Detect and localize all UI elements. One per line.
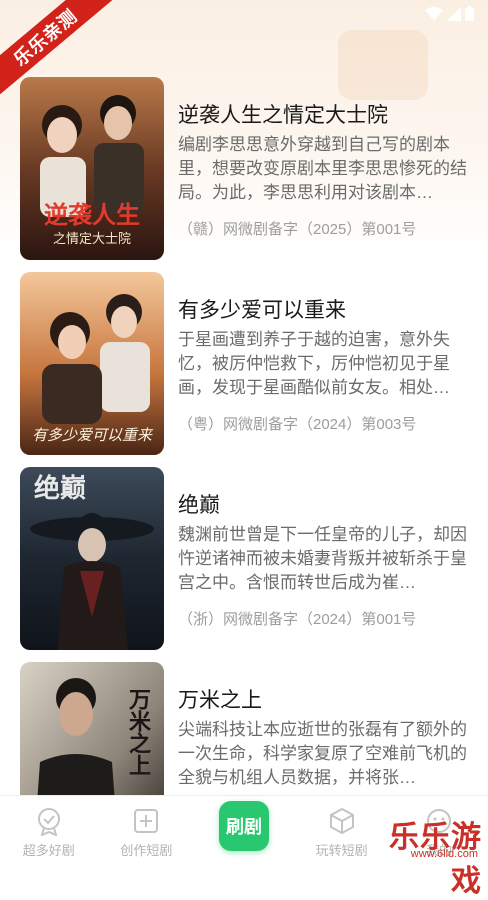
signal-icon xyxy=(447,6,461,21)
poster-title-text: 逆袭人生 xyxy=(44,200,140,229)
tab-label: 超多好剧 xyxy=(22,843,75,858)
drama-description: 尖端科技让本应逝世的张磊有了额外的一次生命，科学家复原了空难前飞机的全貌与机组人… xyxy=(178,720,467,787)
drama-poster[interactable]: 有多少爱可以重来 xyxy=(20,272,164,455)
drama-poster[interactable]: 逆袭人生 之情定大士院 xyxy=(20,77,164,260)
drama-title[interactable]: 有多少爱可以重来 xyxy=(178,294,346,324)
poster-title-text: 万米之上 xyxy=(125,688,152,776)
watermark-url: www.6lld.com xyxy=(410,848,478,860)
poster-subtitle-text: 之情定大士院 xyxy=(53,232,131,247)
drama-description: 于星画遭到养子于越的迫害，意外失忆，被厉仲恺救下，厉仲恺初见于星画，发现于星画酷… xyxy=(178,330,450,397)
tab-browse[interactable]: 刷剧 xyxy=(195,796,293,868)
tab-label: 创作短剧 xyxy=(120,843,173,858)
drama-poster[interactable]: 绝巅 xyxy=(20,467,164,650)
drama-license: （赣）网微剧备字（2025）第001号 xyxy=(178,221,417,238)
drama-title[interactable]: 逆袭人生之情定大士院 xyxy=(178,99,388,129)
tab-create-drama[interactable]: 创作短剧 xyxy=(98,796,196,868)
cube-icon xyxy=(329,807,354,835)
medal-icon xyxy=(37,808,60,836)
drama-title[interactable]: 万米之上 xyxy=(178,684,262,714)
drama-card[interactable]: 绝巅 绝巅 魏渊前世曾是下一任皇帝的儿子，却因忤逆诸神而被未婚妻背叛并被斩杀于皇… xyxy=(0,467,488,662)
plus-box-icon xyxy=(134,809,159,833)
drama-license: （粤）网微剧备字（2024）第003号 xyxy=(178,416,417,433)
drama-list[interactable]: 逆袭人生 之情定大士院 逆袭人生之情定大士院 编剧李思思意外穿越到自己写的剧本里… xyxy=(0,77,488,857)
drama-license: （浙）网微剧备字（2024）第001号 xyxy=(178,611,417,628)
wifi-icon xyxy=(425,6,443,21)
drama-card[interactable]: 有多少爱可以重来 有多少爱可以重来 于星画遭到养子于越的迫害，意外失忆，被厉仲恺… xyxy=(0,272,488,467)
tab-more-dramas[interactable]: 超多好剧 xyxy=(0,796,98,868)
poster-title-text: 有多少爱可以重来 xyxy=(32,426,154,444)
tab-label: 玩转短剧 xyxy=(315,843,368,858)
poster-title-text: 绝巅 xyxy=(34,473,86,504)
status-bar xyxy=(425,6,474,21)
battery-icon xyxy=(465,6,474,21)
drama-title[interactable]: 绝巅 xyxy=(178,489,220,519)
drama-description: 编剧李思思意外穿越到自己写的剧本里，想要改变原剧本里李思思惨死的结局。为此，李思… xyxy=(178,135,467,202)
drama-description: 魏渊前世曾是下一任皇帝的儿子，却因忤逆诸神而被未婚妻背叛并被斩杀于皇宫之中。含恨… xyxy=(178,525,467,592)
drama-card[interactable]: 逆袭人生 之情定大士院 逆袭人生之情定大士院 编剧李思思意外穿越到自己写的剧本里… xyxy=(0,77,488,272)
browse-button[interactable]: 刷剧 xyxy=(218,801,269,851)
